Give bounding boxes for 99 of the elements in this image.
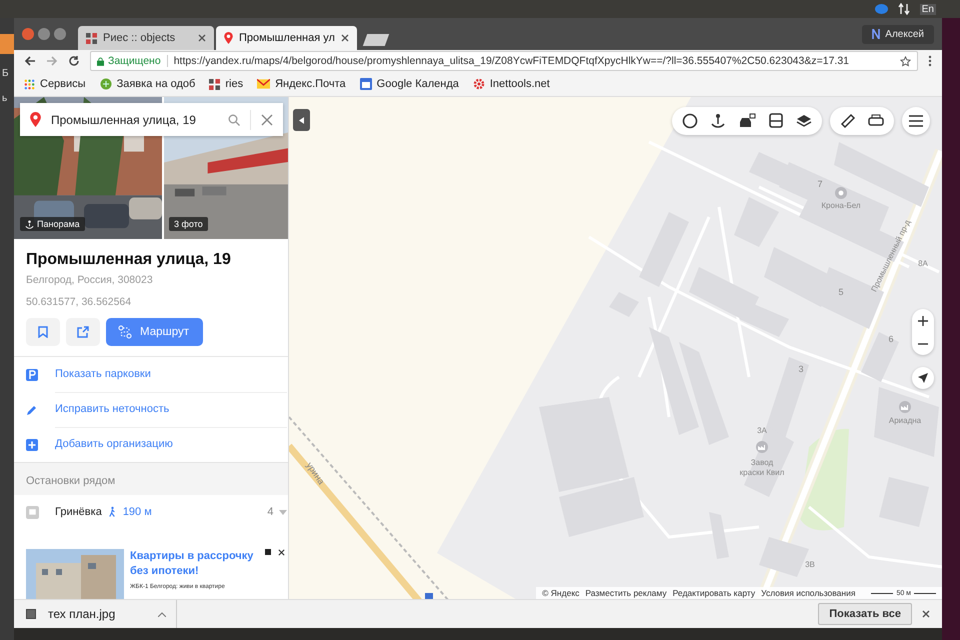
maximize-window-button[interactable]: [54, 28, 66, 40]
share-icon: [77, 326, 89, 338]
bookmark-button[interactable]: [26, 318, 60, 346]
bookmark-icon: [38, 326, 48, 338]
map-label: 3: [798, 364, 804, 374]
share-button[interactable]: [66, 318, 100, 346]
plus-icon: [26, 438, 38, 450]
factory-marker-icon[interactable]: [899, 401, 911, 413]
action-link[interactable]: Исправить неточность: [14, 392, 288, 427]
reload-icon[interactable]: [68, 55, 80, 67]
browser-tab[interactable]: Промышленная ул: [216, 26, 357, 50]
bus-stop-icon: [26, 506, 39, 518]
action-link[interactable]: Показать парковки: [14, 357, 288, 392]
triangle-left-icon: [299, 116, 304, 124]
action-link[interactable]: Добавить организацию: [14, 427, 288, 462]
bookmark-link[interactable]: Google Календа: [360, 78, 459, 90]
gear-icon: [472, 78, 485, 90]
browser-tab[interactable]: Риес :: objects: [78, 26, 214, 50]
bookmark-link[interactable]: Сервисы: [24, 78, 86, 90]
map-label: 3В: [805, 560, 815, 569]
zoom-in-icon[interactable]: [918, 316, 928, 326]
bookmark-link[interactable]: Inettools.net: [472, 78, 550, 90]
building: [874, 387, 939, 457]
grid-favicon-icon: [209, 78, 220, 90]
caret-up-icon[interactable]: [158, 612, 166, 616]
more-menu-icon[interactable]: [928, 55, 932, 67]
building: [709, 512, 729, 559]
pencil-icon: [26, 404, 38, 416]
factory-marker-icon[interactable]: [756, 441, 768, 453]
walking-distance: 190 м: [122, 506, 152, 518]
close-icon[interactable]: [278, 549, 286, 556]
map-footer-link[interactable]: © Яндекс: [542, 588, 580, 598]
map-label: краски Квил: [740, 468, 784, 477]
image-file-icon: [26, 609, 36, 619]
map-label: 3А: [757, 426, 767, 435]
search-field[interactable]: Промышленная улица, 19: [20, 103, 283, 136]
close-tab-icon[interactable]: [198, 34, 206, 42]
remote-desktop-icon[interactable]: [874, 4, 888, 14]
map-footer-link[interactable]: Редактировать карту: [672, 588, 756, 598]
route-icon: [118, 325, 132, 339]
map-label: 8А: [918, 259, 928, 268]
close-tab-icon[interactable]: [340, 34, 349, 42]
apps-grid-icon: [24, 78, 35, 90]
show-all-button[interactable]: Показать все: [818, 603, 912, 625]
profile-logo-icon: [872, 28, 880, 38]
map-pin-icon: [30, 112, 41, 127]
envelope-icon: [257, 79, 270, 89]
new-tab-button[interactable]: [362, 34, 390, 46]
collapse-panel-button[interactable]: [293, 109, 310, 131]
back-icon[interactable]: [24, 55, 36, 67]
bookmark-link[interactable]: Заявка на одоб: [100, 78, 196, 90]
printer-icon[interactable]: [868, 113, 884, 129]
parking-icon: [26, 368, 38, 380]
stop-name[interactable]: Гринёвка: [55, 506, 102, 518]
ruler-icon[interactable]: [840, 113, 856, 129]
bookmark-link[interactable]: ries: [209, 78, 244, 90]
section-heading: Остановки рядом: [25, 474, 116, 489]
building: [861, 332, 899, 382]
location-arrow-icon: [918, 373, 928, 383]
map-footer-link[interactable]: Разместить рекламу: [585, 588, 667, 598]
walking-person-icon: [108, 506, 117, 518]
bus-icon[interactable]: [768, 113, 784, 129]
star-icon[interactable]: [900, 56, 911, 66]
poi-marker-icon[interactable]: [835, 187, 847, 199]
layers-icon[interactable]: [796, 113, 812, 129]
route-count[interactable]: 4: [267, 506, 274, 518]
map-label: 7: [818, 179, 822, 189]
place-address: Белгород, Россия, 308023: [26, 274, 154, 286]
close-icon[interactable]: [922, 610, 930, 618]
person-panorama-icon: [25, 220, 34, 228]
address-bar[interactable]: Защищено https://yandex.ru/maps/4/belgorod/house/promyshlennaya_ulitsa_19/Z08YcwFiTEMDQFtqfXpycHlkYw==/?ll=36.555407%2C50.623043&z=17.31: [90, 51, 918, 71]
profile-button[interactable]: Алексей: [862, 24, 934, 44]
map-label: Крона-Бел: [821, 201, 861, 210]
keyboard-language-indicator[interactable]: En: [920, 4, 936, 14]
network-arrows-icon[interactable]: [898, 3, 910, 15]
menu-icon: [909, 115, 923, 127]
place-title: Промышленная улица, 19: [26, 251, 232, 269]
search-icon[interactable]: [228, 114, 240, 126]
map-label: Завод: [750, 458, 774, 467]
grid-favicon-icon: [86, 32, 97, 44]
map-footer-link[interactable]: Условия использования: [761, 588, 856, 598]
window-edge-text: ь: [1, 93, 8, 104]
download-item[interactable]: тех план.jpg: [26, 600, 177, 628]
calendar-icon: [360, 78, 372, 90]
ad-title-link[interactable]: Квартиры в рассрочку без ипотеки!: [130, 549, 270, 580]
panorama-person-icon[interactable]: [710, 113, 726, 129]
map-label: 6: [888, 334, 894, 344]
window-edge-text: Б: [1, 68, 10, 79]
map-pin-favicon-icon: [224, 32, 233, 44]
place-coordinates: 50.631577, 36.562564: [26, 296, 132, 308]
map-label: Ариадна: [888, 416, 922, 425]
panorama-button[interactable]: Панорама: [20, 217, 85, 231]
map-label: 5: [838, 287, 844, 297]
minimize-window-button[interactable]: [38, 28, 50, 40]
photos-button[interactable]: 3 фото: [169, 217, 208, 231]
bookmark-link[interactable]: Яндекс.Почта: [257, 78, 346, 90]
circle-icon[interactable]: [682, 113, 698, 129]
ad-info-icon[interactable]: [265, 549, 272, 555]
lock-icon: [97, 56, 104, 66]
